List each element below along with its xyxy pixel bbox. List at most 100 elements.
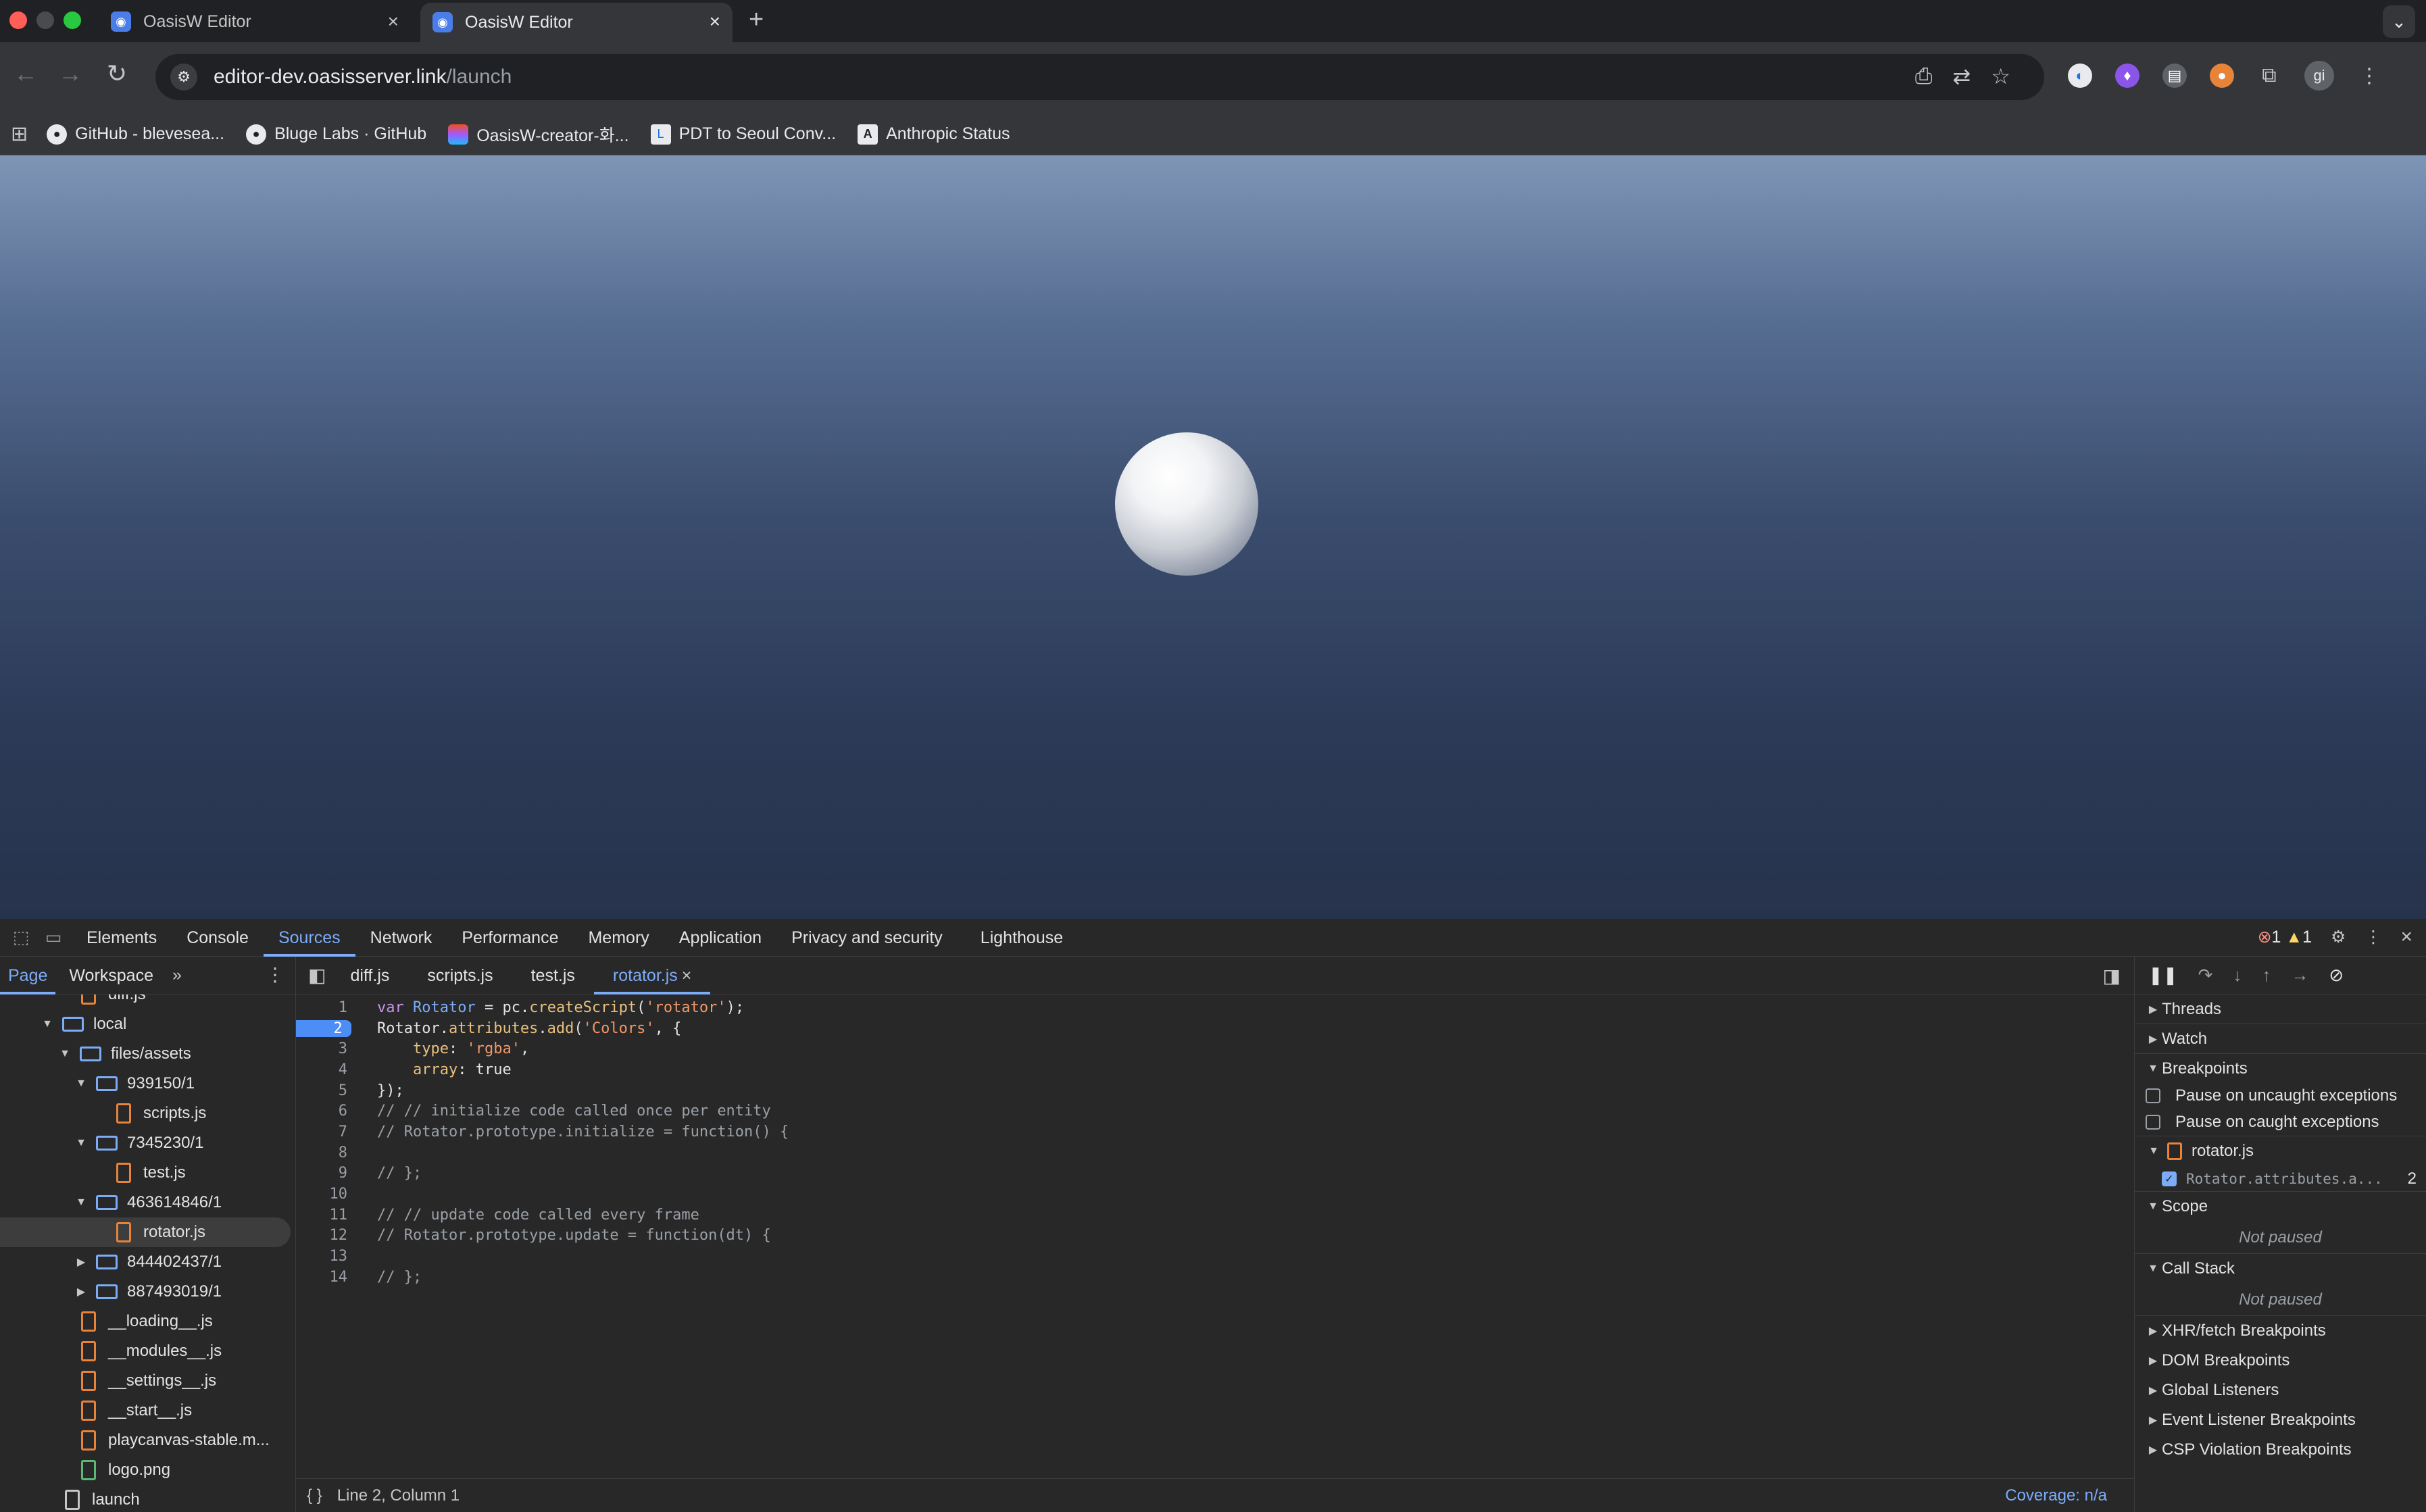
- tree-item-7345230[interactable]: ▼ 7345230/1: [0, 1128, 291, 1158]
- devtools-tab-performance[interactable]: Performance: [447, 919, 573, 957]
- extension-2-icon[interactable]: ♦: [2115, 64, 2139, 88]
- profile-avatar[interactable]: gi: [2304, 61, 2334, 91]
- section-xhr-breakpoints[interactable]: ▶ XHR/fetch Breakpoints: [2135, 1316, 2426, 1346]
- tree-item-diff-js[interactable]: diff.js: [0, 994, 291, 1009]
- translate-icon[interactable]: ⇄: [1953, 64, 1971, 89]
- tree-item-settings-js[interactable]: __settings__.js: [0, 1366, 291, 1396]
- site-info-icon[interactable]: ⚙: [170, 64, 197, 91]
- section-dom-breakpoints[interactable]: ▶ DOM Breakpoints: [2135, 1346, 2426, 1376]
- breakpoint-enabled-checkbox[interactable]: ✓: [2162, 1171, 2177, 1186]
- forward-button[interactable]: →: [58, 59, 82, 88]
- devtools-tab-application[interactable]: Application: [664, 919, 776, 957]
- back-button[interactable]: ←: [14, 59, 38, 88]
- close-devtools-icon[interactable]: ×: [2400, 926, 2412, 949]
- section-global-listeners[interactable]: ▶ Global Listeners: [2135, 1376, 2426, 1405]
- bookmark-oasisw-creator[interactable]: OasisW-creator-화...: [448, 122, 629, 147]
- devtools-tab-console[interactable]: Console: [172, 919, 264, 957]
- tree-item-start-js[interactable]: __start__.js: [0, 1396, 291, 1426]
- close-tab-icon[interactable]: ×: [710, 12, 720, 31]
- code-view[interactable]: 1 var Rotator = pc.createScript('rotator'…: [296, 997, 2134, 1288]
- section-event-listener-breakpoints[interactable]: ▶ Event Listener Breakpoints: [2135, 1405, 2426, 1435]
- bookmark-pdt-to-seoul[interactable]: L PDT to Seoul Conv...: [650, 124, 836, 145]
- breakpoint-marker[interactable]: 2: [296, 1019, 351, 1037]
- close-window-button[interactable]: [9, 11, 27, 29]
- checkbox[interactable]: [2146, 1114, 2160, 1130]
- pretty-print-icon[interactable]: { }: [307, 1486, 322, 1505]
- editor-tab-test-js[interactable]: test.js: [512, 957, 594, 994]
- tree-item-rotator-js[interactable]: rotator.js: [0, 1217, 291, 1247]
- new-tab-button[interactable]: +: [749, 5, 764, 34]
- browser-tab-1[interactable]: ◉ OasisW Editor ×: [101, 3, 411, 41]
- editor-tab-rotator-js[interactable]: rotator.js ×: [593, 957, 711, 994]
- settings-gear-icon[interactable]: ⚙: [2331, 927, 2346, 947]
- editor-tab-diff-js[interactable]: diff.js: [331, 957, 408, 994]
- step-out-icon[interactable]: ↑: [2262, 965, 2271, 986]
- devtools-tab-privacy[interactable]: Privacy and security: [776, 919, 958, 957]
- navigator-tab-page[interactable]: Page: [0, 957, 56, 994]
- bookmark-github-blevesearch[interactable]: ● GitHub - blevesea...: [47, 124, 224, 145]
- toggle-navigator-icon[interactable]: ◧: [308, 964, 326, 986]
- game-canvas[interactable]: [0, 155, 2426, 1035]
- tree-item-files-assets[interactable]: ▼ files/assets: [0, 1039, 291, 1069]
- breakpoint-entry[interactable]: ✓ Rotator.attributes.a... 2: [2135, 1166, 2426, 1192]
- section-scope[interactable]: ▼ Scope: [2135, 1192, 2426, 1221]
- navigator-menu-icon[interactable]: ⋮: [266, 963, 284, 986]
- tree-item-launch[interactable]: launch: [0, 1485, 291, 1512]
- tree-item-logo-png[interactable]: logo.png: [0, 1455, 291, 1485]
- devtools-tab-lighthouse[interactable]: Lighthouse: [966, 919, 1078, 957]
- install-app-icon[interactable]: ⎙: [1915, 64, 1933, 89]
- extension-3-icon[interactable]: ▤: [2162, 64, 2187, 88]
- coverage-link[interactable]: Coverage: n/a: [2005, 1486, 2107, 1505]
- tab-search-button[interactable]: ⌄: [2383, 5, 2415, 38]
- step-icon[interactable]: →: [2291, 965, 2308, 986]
- step-into-icon[interactable]: ↓: [2233, 965, 2242, 986]
- extension-1-icon[interactable]: ◐: [2068, 64, 2092, 88]
- apps-grid-icon[interactable]: ⊞: [11, 122, 28, 146]
- devtools-tab-elements[interactable]: Elements: [72, 919, 172, 957]
- breakpoint-file-rotator-js[interactable]: ▼ rotator.js: [2135, 1136, 2426, 1166]
- section-call-stack[interactable]: ▼ Call Stack: [2135, 1254, 2426, 1284]
- tree-item-test-js[interactable]: test.js: [0, 1158, 291, 1188]
- devtools-tab-network[interactable]: Network: [355, 919, 447, 957]
- section-threads[interactable]: ▶ Threads: [2135, 994, 2426, 1024]
- tree-item-463614846[interactable]: ▼ 463614846/1: [0, 1188, 291, 1217]
- more-tabs-chevron-icon[interactable]: »: [172, 965, 182, 985]
- tree-item-loading-js[interactable]: __loading__.js: [0, 1307, 291, 1336]
- inspect-element-icon[interactable]: ⬚: [9, 926, 32, 949]
- issues-counter[interactable]: ⊗1 ▲1: [2258, 927, 2312, 947]
- devtools-menu-icon[interactable]: ⋮: [2365, 927, 2381, 947]
- bookmark-bluge-labs[interactable]: ● Bluge Labs · GitHub: [246, 124, 426, 145]
- tree-item-939150[interactable]: ▼ 939150/1: [0, 1069, 291, 1099]
- editor-tab-scripts-js[interactable]: scripts.js: [408, 957, 512, 994]
- address-bar[interactable]: ⚙ editor-dev.oasisserver.link/launch ⎙ ⇄…: [155, 54, 2044, 100]
- browser-tab-2[interactable]: ◉ OasisW Editor ×: [420, 3, 733, 42]
- tree-item-scripts-js[interactable]: scripts.js: [0, 1099, 291, 1128]
- bookmark-star-icon[interactable]: ☆: [1991, 64, 2010, 89]
- bookmark-anthropic-status[interactable]: A Anthropic Status: [858, 124, 1010, 145]
- tree-item-modules-js[interactable]: __modules__.js: [0, 1336, 291, 1366]
- section-watch[interactable]: ▶ Watch: [2135, 1024, 2426, 1054]
- pause-resume-icon[interactable]: ❚❚: [2148, 965, 2178, 986]
- close-tab-icon[interactable]: ×: [388, 12, 399, 31]
- checkbox[interactable]: [2146, 1088, 2160, 1103]
- device-toolbar-icon[interactable]: ▭: [42, 926, 65, 949]
- tree-item-local[interactable]: ▼ local: [0, 1009, 291, 1039]
- extensions-puzzle-icon[interactable]: ⧉: [2257, 64, 2281, 88]
- url-text[interactable]: editor-dev.oasisserver.link/launch: [214, 66, 512, 89]
- minimize-window-button[interactable]: [36, 11, 54, 29]
- deactivate-breakpoints-icon[interactable]: ⊘: [2329, 965, 2344, 986]
- close-editor-tab-icon[interactable]: ×: [682, 966, 692, 985]
- devtools-tab-memory[interactable]: Memory: [573, 919, 664, 957]
- toggle-debugger-sidebar-icon[interactable]: ◨: [2103, 965, 2121, 987]
- browser-menu-icon[interactable]: ⋮: [2357, 64, 2381, 88]
- reload-button[interactable]: ↻: [107, 59, 127, 88]
- step-over-icon[interactable]: ↷: [2198, 965, 2213, 986]
- extension-4-icon[interactable]: ●: [2210, 64, 2234, 88]
- pause-caught-checkbox[interactable]: Pause on caught exceptions: [2135, 1108, 2426, 1136]
- tree-item-844402437[interactable]: ▶ 844402437/1: [0, 1247, 291, 1277]
- maximize-window-button[interactable]: [64, 11, 81, 29]
- section-csp-violation-breakpoints[interactable]: ▶ CSP Violation Breakpoints: [2135, 1435, 2426, 1465]
- pause-uncaught-checkbox[interactable]: Pause on uncaught exceptions: [2135, 1084, 2426, 1108]
- tree-item-887493019[interactable]: ▶ 887493019/1: [0, 1277, 291, 1307]
- devtools-tab-sources[interactable]: Sources: [263, 919, 355, 957]
